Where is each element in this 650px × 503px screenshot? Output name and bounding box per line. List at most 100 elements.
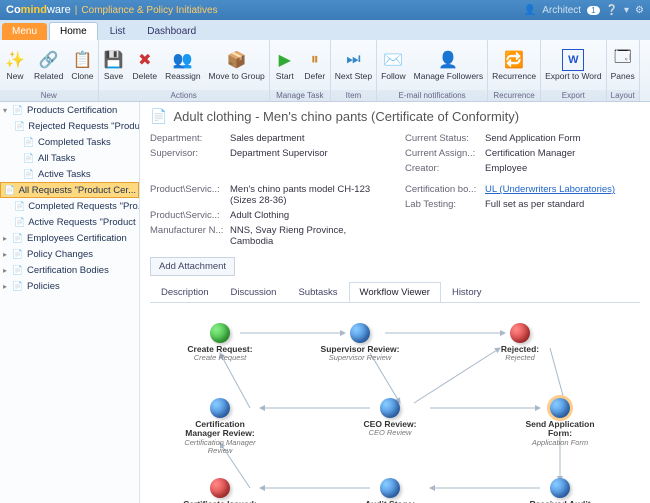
expand-icon[interactable]: ▸ bbox=[3, 250, 12, 259]
save-button[interactable]: 💾Save bbox=[99, 40, 129, 90]
field-value: Employee bbox=[485, 163, 640, 174]
next-step-button[interactable]: ⏭Next Step bbox=[331, 40, 376, 90]
field-label: Department: bbox=[150, 133, 230, 144]
wf-node-sub: Application Form bbox=[520, 439, 600, 447]
clone-button[interactable]: 📋Clone bbox=[67, 40, 97, 90]
subtab-discussion[interactable]: Discussion bbox=[220, 282, 288, 302]
user-badge: 1 bbox=[587, 6, 599, 15]
sidebar-item-label: Policies bbox=[27, 281, 60, 292]
envelope-icon: ✉️ bbox=[382, 49, 404, 71]
folder-icon: 📄 bbox=[12, 104, 24, 116]
sidebar-item-3[interactable]: 📄All Tasks bbox=[0, 150, 139, 166]
wf-node-certmgr[interactable]: Certification Manager Review:Certificati… bbox=[180, 398, 260, 455]
sidebar-item-1[interactable]: 📄Rejected Requests "Produ... bbox=[0, 118, 139, 134]
start-button[interactable]: ▶Start bbox=[270, 40, 300, 90]
group-recurrence: Recurrence bbox=[488, 90, 540, 101]
new-button[interactable]: ✨New bbox=[0, 40, 30, 90]
wf-node-ceo[interactable]: CEO Review:CEO Review bbox=[350, 398, 430, 438]
subtab-history[interactable]: History bbox=[441, 282, 493, 302]
sidebar-item-label: Completed Tasks bbox=[38, 137, 111, 148]
defer-button[interactable]: ⏸Defer bbox=[300, 40, 330, 90]
subtabs: Description Discussion Subtasks Workflow… bbox=[150, 282, 640, 303]
user-icon[interactable]: 👤 bbox=[524, 5, 536, 16]
subtab-subtasks[interactable]: Subtasks bbox=[287, 282, 348, 302]
wf-node-recaudit[interactable]: Received Audit Plan:Received Audit Plan bbox=[520, 478, 600, 503]
wf-ball-icon bbox=[350, 323, 370, 343]
sidebar-item-7[interactable]: 📄Active Requests "Product ... bbox=[0, 214, 139, 230]
expand-icon[interactable]: ▸ bbox=[3, 234, 12, 243]
sidebar-item-0[interactable]: ▾📄Products Certification bbox=[0, 102, 139, 118]
recurrence-button[interactable]: 🔁Recurrence bbox=[488, 40, 540, 90]
wf-ball-icon bbox=[380, 478, 400, 498]
tab-list[interactable]: List bbox=[100, 23, 136, 40]
sidebar-item-4[interactable]: 📄Active Tasks bbox=[0, 166, 139, 182]
user-name[interactable]: Architect bbox=[542, 5, 581, 16]
ribbon: ✨New 🔗Related 📋Clone New 💾Save ✖Delete 👥… bbox=[0, 40, 650, 102]
sidebar-item-11[interactable]: ▸📄Policies bbox=[0, 278, 139, 294]
move-button[interactable]: 📦Move to Group bbox=[205, 40, 269, 90]
sidebar-item-label: Products Certification bbox=[27, 105, 117, 116]
wf-node-sendapp[interactable]: Send Application Form:Application Form bbox=[520, 398, 600, 447]
field-row: Product\Servic..:Adult Clothing bbox=[150, 210, 385, 221]
wf-node-audit[interactable]: Audit Stage:Audit Stage bbox=[350, 478, 430, 503]
followers-button[interactable]: 👤Manage Followers bbox=[410, 40, 487, 90]
main-content: 📄 Adult clothing - Men's chino pants (Ce… bbox=[140, 102, 650, 503]
add-attachment-button[interactable]: Add Attachment bbox=[150, 257, 235, 276]
folder-icon: 📄 bbox=[14, 200, 25, 212]
expand-icon[interactable]: ▸ bbox=[3, 282, 12, 291]
sidebar-item-label: All Tasks bbox=[38, 153, 75, 164]
wf-ball-icon bbox=[210, 398, 230, 418]
folder-icon: 📄 bbox=[14, 216, 25, 228]
reassign-icon: 👥 bbox=[172, 49, 194, 71]
export-word-button[interactable]: WExport to Word bbox=[541, 40, 606, 90]
field-label: Product\Servic..: bbox=[150, 184, 230, 206]
wf-node-rejected[interactable]: Rejected:Rejected bbox=[480, 323, 560, 363]
field-value: Full set as per standard bbox=[485, 199, 640, 210]
folder-icon: 📄 bbox=[23, 136, 35, 148]
expand-icon[interactable]: ▸ bbox=[3, 266, 12, 275]
field-label: Manufacturer N..: bbox=[150, 225, 230, 247]
folder-icon: 📄 bbox=[23, 168, 35, 180]
field-value: Sales department bbox=[230, 133, 385, 144]
folder-icon: 📄 bbox=[12, 248, 24, 260]
folder-icon: 📄 bbox=[23, 152, 35, 164]
panes-button[interactable]: 🗔Panes bbox=[607, 40, 639, 90]
subtab-description[interactable]: Description bbox=[150, 282, 220, 302]
settings-icon[interactable]: ⚙ bbox=[635, 5, 644, 16]
wf-node-issued[interactable]: Certificate Issued:Certificate Issued bbox=[180, 478, 260, 503]
field-label: Current Status: bbox=[405, 133, 485, 144]
new-icon: ✨ bbox=[4, 49, 26, 71]
pause-icon: ⏸ bbox=[304, 49, 326, 71]
dropdown-icon[interactable]: ▾ bbox=[624, 5, 629, 16]
wf-node-sub: Rejected bbox=[480, 354, 560, 362]
sidebar-item-9[interactable]: ▸📄Policy Changes bbox=[0, 246, 139, 262]
workflow-viewer: Create Request:Create Request Supervisor … bbox=[150, 303, 640, 503]
recurrence-icon: 🔁 bbox=[503, 49, 525, 71]
expand-icon[interactable]: ▾ bbox=[3, 106, 12, 115]
field-row: Certification bo..:UL (Underwriters Labo… bbox=[405, 184, 640, 195]
group-item: Item bbox=[331, 90, 376, 101]
delete-button[interactable]: ✖Delete bbox=[129, 40, 162, 90]
sidebar-item-8[interactable]: ▸📄Employees Certification bbox=[0, 230, 139, 246]
group-email: E-mail notifications bbox=[377, 90, 487, 101]
subtab-workflow[interactable]: Workflow Viewer bbox=[349, 282, 441, 302]
tab-home[interactable]: Home bbox=[49, 22, 98, 40]
field-row: Supervisor:Department Supervisor bbox=[150, 148, 385, 159]
sidebar-item-5[interactable]: 📄All Requests "Product Cer... bbox=[0, 182, 139, 198]
tab-dashboard[interactable]: Dashboard bbox=[137, 23, 206, 40]
sidebar-item-10[interactable]: ▸📄Certification Bodies bbox=[0, 262, 139, 278]
logo: Comindware bbox=[6, 4, 71, 16]
help-icon[interactable]: ❔ bbox=[606, 5, 618, 16]
related-button[interactable]: 🔗Related bbox=[30, 40, 67, 90]
sidebar-item-6[interactable]: 📄Completed Requests "Pro... bbox=[0, 198, 139, 214]
wf-node-supreview[interactable]: Supervisor Review:Supervisor Review bbox=[320, 323, 400, 363]
wf-node-create[interactable]: Create Request:Create Request bbox=[180, 323, 260, 363]
tab-menu[interactable]: Menu bbox=[2, 23, 47, 40]
wf-ball-icon bbox=[550, 478, 570, 498]
reassign-button[interactable]: 👥Reassign bbox=[161, 40, 204, 90]
sidebar-item-2[interactable]: 📄Completed Tasks bbox=[0, 134, 139, 150]
field-value[interactable]: UL (Underwriters Laboratories) bbox=[485, 184, 640, 195]
field-value: Adult Clothing bbox=[230, 210, 385, 221]
field-label: Lab Testing: bbox=[405, 199, 485, 210]
follow-button[interactable]: ✉️Follow bbox=[377, 40, 410, 90]
